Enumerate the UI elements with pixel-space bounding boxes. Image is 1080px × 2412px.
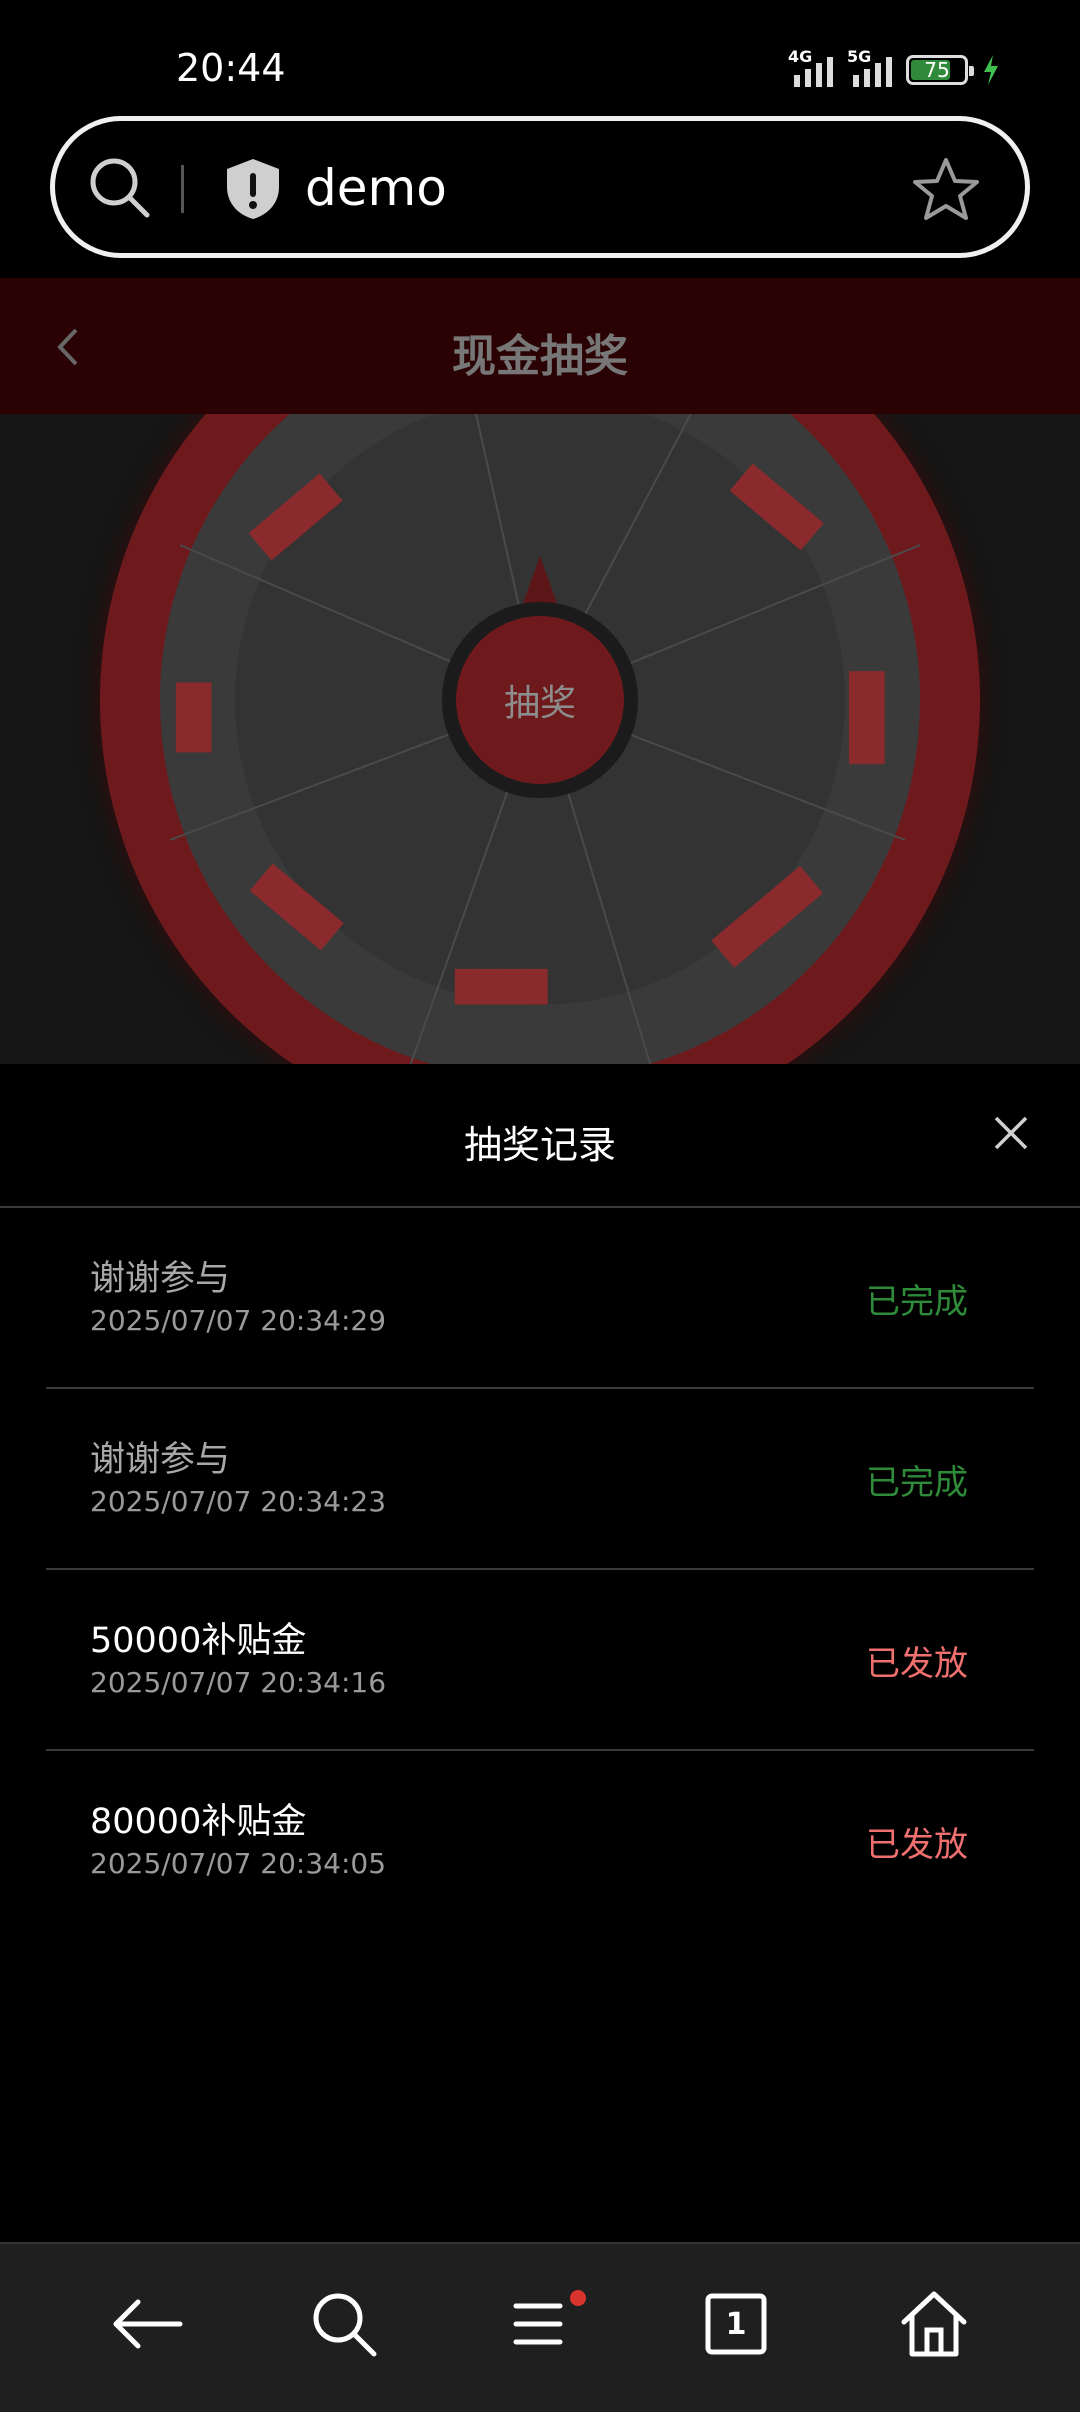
search-icon[interactable] (85, 153, 155, 223)
record-status: 已完成 (866, 1282, 968, 1322)
record-item: 80000补贴金 2025/07/07 20:34:05 已发放 (46, 1751, 1034, 1932)
signal-5g-icon: 5G (847, 47, 892, 87)
tabs-icon[interactable]: 1 (696, 2284, 776, 2364)
url-bar[interactable]: demo (50, 116, 1030, 258)
notification-dot (570, 2290, 586, 2306)
battery-level: 75 (924, 58, 950, 82)
sheet-title: 抽奖记录 (463, 1123, 616, 1167)
lottery-records-sheet: 抽奖记录 谢谢参与 2025/07/07 20:34:29 已完成 谢谢参与 2… (0, 1064, 1080, 2242)
spin-button[interactable]: 抽奖 (456, 616, 624, 784)
record-time: 2025/07/07 20:34:16 (90, 1666, 387, 1699)
url-domain[interactable]: demo (305, 159, 447, 217)
signal-4g-icon: 4G (788, 47, 833, 87)
record-name: 谢谢参与 (90, 1440, 231, 1480)
record-time: 2025/07/07 20:34:23 (90, 1485, 387, 1518)
status-bar: 20:44 4G 5G 75 (0, 0, 1080, 110)
tab-count: 1 (725, 2306, 747, 2342)
page-body: ████ ████ ███ ████ ████ █████ ████ 抽奖 (0, 414, 1080, 1064)
page-title: 现金抽奖 (452, 331, 628, 382)
record-time: 2025/07/07 20:34:05 (90, 1847, 387, 1880)
status-time: 20:44 (176, 46, 286, 90)
charging-icon (984, 55, 998, 85)
record-time: 2025/07/07 20:34:29 (90, 1304, 387, 1337)
record-name: 谢谢参与 (90, 1259, 231, 1299)
records-list: 谢谢参与 2025/07/07 20:34:29 已完成 谢谢参与 2025/0… (46, 1208, 1034, 1932)
home-icon[interactable] (894, 2284, 974, 2364)
wheel-segment-label: ████ (455, 970, 548, 1005)
record-name: 80000补贴金 (90, 1802, 307, 1842)
menu-icon[interactable] (500, 2284, 580, 2364)
wheel-segment-label: ████ (848, 671, 884, 764)
star-icon[interactable] (911, 155, 981, 225)
record-item: 50000补贴金 2025/07/07 20:34:16 已发放 (46, 1570, 1034, 1751)
record-name: 50000补贴金 (90, 1621, 307, 1661)
record-status: 已完成 (866, 1463, 968, 1503)
close-icon[interactable] (992, 1114, 1030, 1152)
record-item: 谢谢参与 2025/07/07 20:34:23 已完成 (46, 1389, 1034, 1570)
wheel-segment-label: ███ (177, 682, 213, 753)
status-icons: 4G 5G 75 (788, 47, 1000, 90)
record-status: 已发放 (866, 1825, 968, 1865)
url-separator (181, 165, 184, 213)
battery-icon: 75 (906, 55, 974, 85)
page-header: 现金抽奖 (0, 278, 1080, 414)
bottom-nav: 1 (0, 2242, 1080, 2412)
back-arrow-icon[interactable] (108, 2284, 188, 2364)
shield-warning-icon[interactable] (223, 157, 283, 221)
search-icon[interactable] (304, 2284, 384, 2364)
record-item: 谢谢参与 2025/07/07 20:34:29 已完成 (46, 1208, 1034, 1389)
record-status: 已发放 (866, 1644, 968, 1684)
